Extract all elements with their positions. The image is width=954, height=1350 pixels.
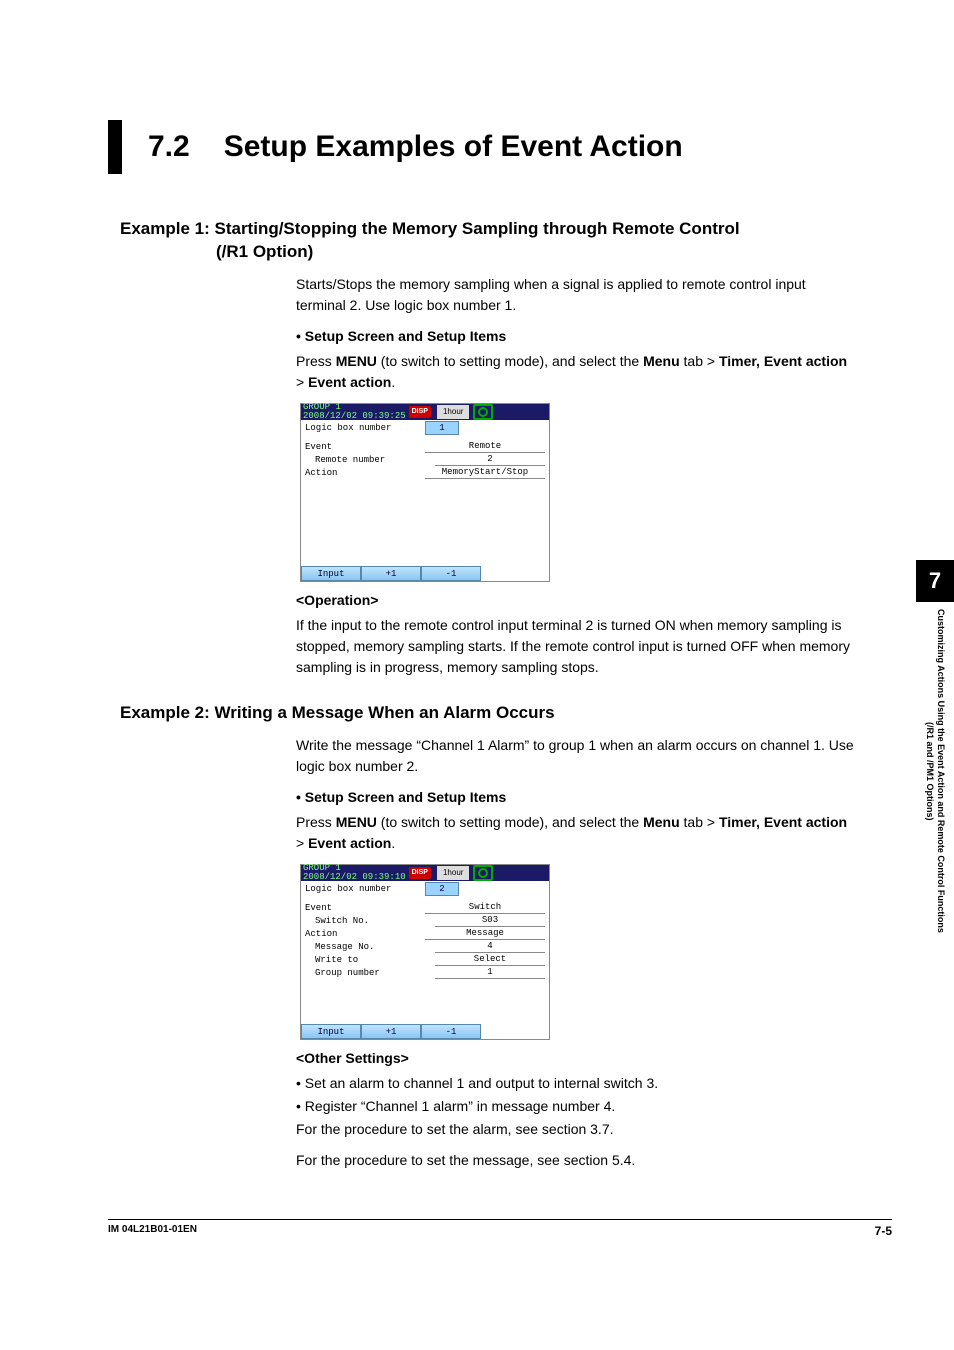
device1-remote-value[interactable]: 2 xyxy=(435,454,545,466)
device1-minus-button[interactable]: -1 xyxy=(421,566,481,581)
example1-title-line1: Example 1: Starting/Stopping the Memory … xyxy=(120,219,740,238)
example2-other-l2: For the procedure to set the message, se… xyxy=(296,1150,859,1171)
device2-switch-value[interactable]: S03 xyxy=(435,915,545,927)
section-title: Setup Examples of Event Action xyxy=(224,130,683,164)
device2-header-text: GROUP 1 2008/12/02 09:39:10 xyxy=(303,864,406,882)
example2-other-b1: Set an alarm to channel 1 and output to … xyxy=(296,1073,859,1094)
example1-setup-head: Setup Screen and Setup Items xyxy=(296,326,859,347)
example1-intro: Starts/Stops the memory sampling when a … xyxy=(296,274,859,316)
device2-write-label: Write to xyxy=(305,954,435,968)
doc-id: IM 04L21B01-01EN xyxy=(108,1224,197,1238)
disp-badge-icon: DISP xyxy=(409,867,431,880)
device2-msg-label: Message No. xyxy=(305,941,435,955)
section-number: 7.2 xyxy=(148,130,190,164)
device2-logic-label: Logic box number xyxy=(305,883,425,897)
camera-icon xyxy=(473,865,493,881)
device2-write-value[interactable]: Select xyxy=(435,954,545,966)
example2-other-bullets: Set an alarm to channel 1 and output to … xyxy=(296,1073,859,1117)
device1-input-button[interactable]: Input xyxy=(301,566,361,581)
example1-title: Example 1: Starting/Stopping the Memory … xyxy=(120,218,859,264)
example1-operation-head: <Operation> xyxy=(296,590,859,611)
device1-logic-value[interactable]: 1 xyxy=(425,421,459,435)
example2-setup-head: Setup Screen and Setup Items xyxy=(296,787,859,808)
device1-action-label: Action xyxy=(305,467,425,481)
chapter-side-label: Customizing Actions Using the Event Acti… xyxy=(924,606,946,936)
device1-logic-label: Logic box number xyxy=(305,422,425,436)
chapter-number-box: 7 xyxy=(916,560,954,602)
device1-plus-button[interactable]: +1 xyxy=(361,566,421,581)
device1-action-value[interactable]: MemoryStart/Stop xyxy=(425,467,545,479)
example2-setup-body: Press MENU (to switch to setting mode), … xyxy=(296,812,859,854)
section-title-row: 7.2 Setup Examples of Event Action xyxy=(108,120,859,174)
example1-operation-body: If the input to the remote control input… xyxy=(296,615,859,678)
device1-remote-label: Remote number xyxy=(305,454,435,468)
example1-device-screenshot: GROUP 1 2008/12/02 09:39:25 DISP 1hour L… xyxy=(300,403,550,582)
device1-event-label: Event xyxy=(305,441,425,455)
camera-icon xyxy=(473,404,493,420)
device2-plus-button[interactable]: +1 xyxy=(361,1024,421,1039)
device1-event-value[interactable]: Remote xyxy=(425,441,545,453)
chapter-side-tab: 7 Customizing Actions Using the Event Ac… xyxy=(916,560,954,936)
section-bar xyxy=(108,120,122,174)
device2-interval: 1hour xyxy=(437,866,469,880)
example1-setup-body: Press MENU (to switch to setting mode), … xyxy=(296,351,859,393)
disp-badge-icon: DISP xyxy=(409,406,431,419)
device2-group-label: Group number xyxy=(305,967,435,981)
example1-title-line2: (/R1 Option) xyxy=(216,241,859,264)
device2-msg-value[interactable]: 4 xyxy=(435,941,545,953)
device1-interval: 1hour xyxy=(437,405,469,419)
example2-title: Example 2: Writing a Message When an Ala… xyxy=(120,702,859,725)
device2-action-value[interactable]: Message xyxy=(425,928,545,940)
device2-minus-button[interactable]: -1 xyxy=(421,1024,481,1039)
example2-other-head: <Other Settings> xyxy=(296,1048,859,1069)
device2-event-value[interactable]: Switch xyxy=(425,902,545,914)
example2-device-screenshot: GROUP 1 2008/12/02 09:39:10 DISP 1hour L… xyxy=(300,864,550,1040)
device2-switch-label: Switch No. xyxy=(305,915,435,929)
device2-group-value[interactable]: 1 xyxy=(435,967,545,979)
device2-logic-value[interactable]: 2 xyxy=(425,882,459,896)
device2-action-label: Action xyxy=(305,928,425,942)
device2-input-button[interactable]: Input xyxy=(301,1024,361,1039)
device1-header-text: GROUP 1 2008/12/02 09:39:25 xyxy=(303,403,406,421)
example2-other-b2: Register “Channel 1 alarm” in message nu… xyxy=(296,1096,859,1117)
page-number: 7-5 xyxy=(875,1224,892,1238)
page-footer: IM 04L21B01-01EN 7-5 xyxy=(108,1219,892,1238)
device2-event-label: Event xyxy=(305,902,425,916)
example2-other-l1: For the procedure to set the alarm, see … xyxy=(296,1119,859,1140)
example2-intro: Write the message “Channel 1 Alarm” to g… xyxy=(296,735,859,777)
